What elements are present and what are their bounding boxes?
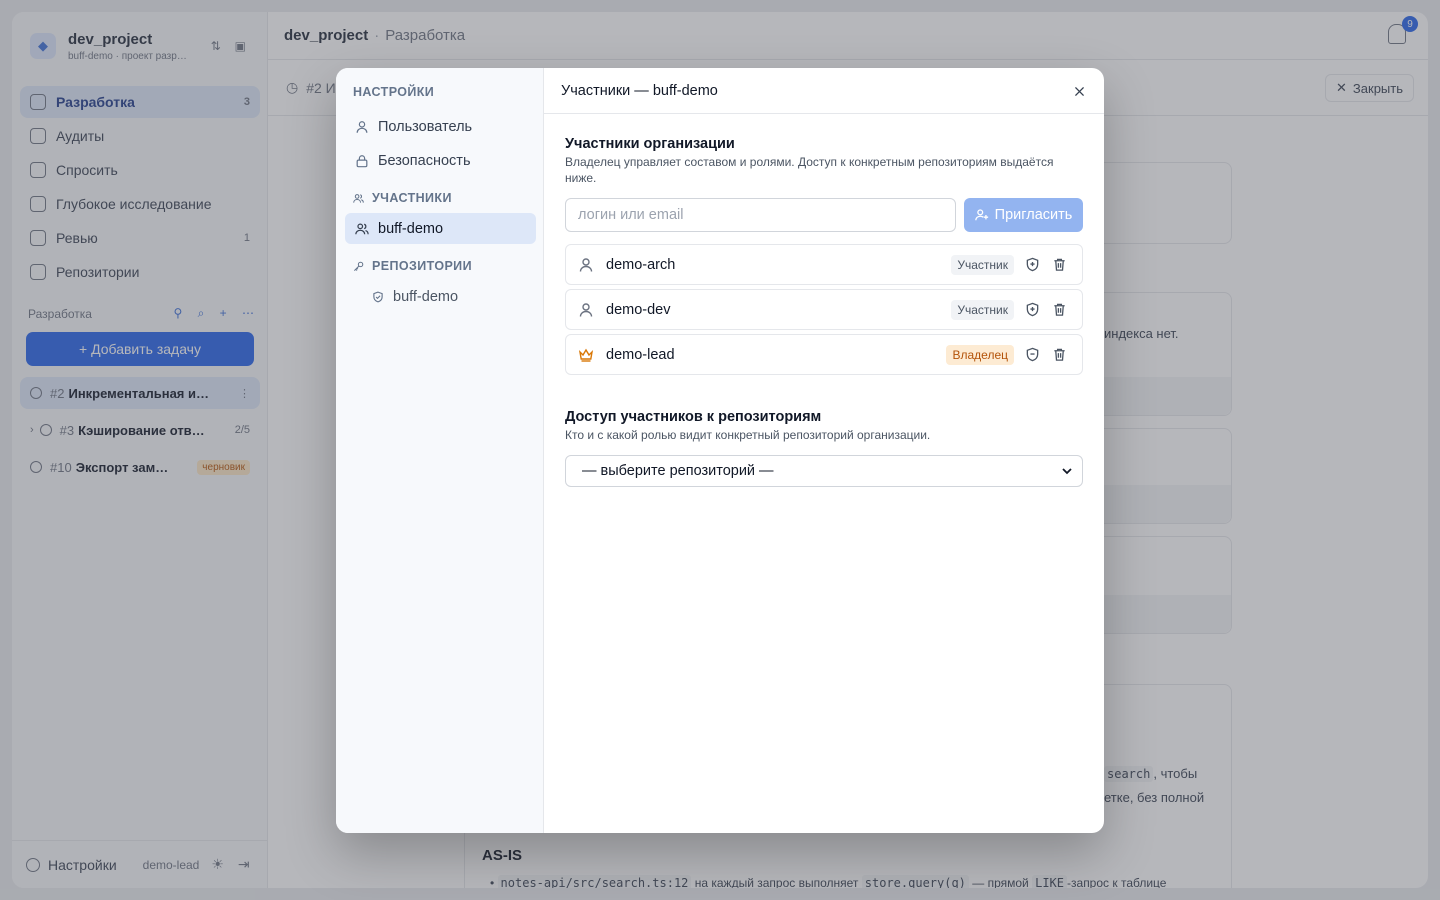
member-name: demo-dev (606, 301, 671, 318)
users-icon (355, 222, 369, 236)
user-icon (355, 120, 369, 134)
role-badge: Участник (951, 299, 1014, 320)
user-icon (578, 302, 594, 318)
crown-icon (578, 347, 594, 363)
trash-icon[interactable] (1052, 347, 1068, 363)
trash-icon[interactable] (1052, 257, 1068, 273)
shield-check-icon (372, 291, 384, 303)
user-plus-icon (974, 208, 989, 222)
members-panel: Участники — buff-demo Участники организа… (544, 68, 1104, 833)
invite-input[interactable] (565, 198, 956, 232)
members-section-header: УЧАСТНИКИ (353, 191, 452, 205)
users-icon (353, 193, 364, 204)
chevron-down-icon (1061, 465, 1073, 477)
user-icon (578, 257, 594, 273)
section-label: УЧАСТНИКИ (372, 191, 452, 205)
modal-header: Участники — buff-demo (544, 68, 1104, 114)
section-label: РЕПОЗИТОРИИ (372, 259, 472, 273)
lock-icon (355, 154, 369, 168)
settings-item-user[interactable]: Пользователь (345, 111, 536, 142)
settings-item-security[interactable]: Безопасность (345, 145, 536, 176)
key-icon (353, 261, 364, 272)
members-item-label: buff-demo (378, 220, 444, 237)
org-members-description: Владелец управляет составом и ролями. До… (565, 155, 1054, 185)
modal-title: Участники — buff-demo (561, 82, 718, 99)
repo-access-description: Кто и с какой ролью видит конкретный реп… (565, 428, 931, 442)
shield-plus-icon[interactable] (1025, 302, 1041, 318)
members-item-org[interactable]: buff-demo (345, 213, 536, 244)
settings-section-header: НАСТРОЙКИ (353, 85, 435, 99)
member-name: demo-arch (606, 256, 676, 273)
invite-button-label: Пригласить (994, 207, 1073, 223)
shield-minus-icon[interactable] (1025, 347, 1041, 363)
settings-item-label: Пользователь (378, 118, 473, 135)
role-badge: Участник (951, 254, 1014, 275)
member-row: demo-lead Владелец (565, 334, 1083, 375)
repos-section-header: РЕПОЗИТОРИИ (353, 259, 472, 273)
org-members-heading: Участники организации (565, 136, 735, 152)
shield-plus-icon[interactable] (1025, 257, 1041, 273)
repo-access-heading: Доступ участников к репозиториям (565, 409, 822, 425)
trash-icon[interactable] (1052, 302, 1068, 318)
settings-sidebar: НАСТРОЙКИ Пользователь Безопасность УЧАС… (336, 68, 544, 833)
role-badge: Владелец (946, 344, 1014, 365)
member-row: demo-dev Участник (565, 289, 1083, 330)
repo-select[interactable]: — выберите репозиторий — (565, 455, 1083, 487)
close-icon[interactable] (1070, 82, 1088, 100)
repo-select-value: — выберите репозиторий — (582, 463, 774, 479)
repos-item-label: buff-demo (393, 288, 459, 305)
member-name: demo-lead (606, 346, 675, 363)
members-modal: НАСТРОЙКИ Пользователь Безопасность УЧАС… (336, 68, 1104, 833)
settings-item-label: Безопасность (378, 152, 471, 169)
repos-item[interactable]: buff-demo (345, 281, 536, 312)
invite-button[interactable]: Пригласить (964, 198, 1083, 232)
member-row: demo-arch Участник (565, 244, 1083, 285)
